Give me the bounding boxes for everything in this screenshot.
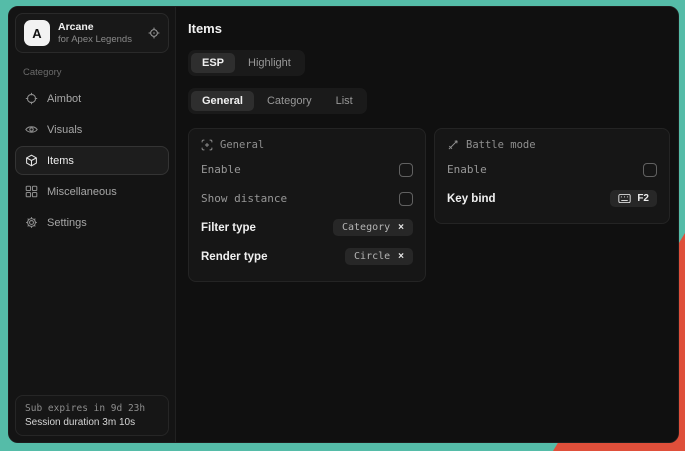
row-key-bind: Key bind (447, 186, 657, 211)
app-window: A Arcane for Apex Legends Category (8, 6, 679, 443)
sidebar-item-label: Aimbot (47, 93, 81, 105)
row-show-distance: Show distance (201, 186, 413, 211)
render-type-value: Circle (354, 251, 390, 262)
row-label: Filter type (201, 222, 256, 234)
main-content: Items ESP Highlight General Category Lis… (176, 7, 679, 442)
sidebar: A Arcane for Apex Legends Category (9, 7, 176, 442)
brand-subtitle: for Apex Legends (58, 34, 140, 46)
row-label: Show distance (201, 192, 287, 205)
panels-row: General Enable Show distance Filter type… (188, 128, 670, 282)
sidebar-item-visuals[interactable]: Visuals (15, 115, 169, 144)
clear-icon[interactable]: × (398, 252, 404, 262)
page-title: Items (188, 21, 670, 36)
gear-icon (25, 216, 38, 229)
sidebar-section-label: Category (15, 63, 169, 84)
row-label: Key bind (447, 193, 496, 205)
panel-title: Battle mode (466, 139, 536, 151)
sidebar-item-settings[interactable]: Settings (15, 208, 169, 237)
brand-title: Arcane (58, 21, 140, 34)
sub-expires-text: Sub expires in 9d 23h (25, 403, 159, 414)
render-type-select[interactable]: Circle × (345, 248, 413, 265)
filter-type-value: Category (342, 222, 390, 233)
enable-checkbox[interactable] (399, 163, 413, 177)
tab-esp[interactable]: ESP (191, 53, 235, 73)
sidebar-item-label: Settings (47, 217, 87, 229)
row-battle-enable: Enable (447, 157, 657, 182)
row-enable: Enable (201, 157, 413, 182)
battle-enable-checkbox[interactable] (643, 163, 657, 177)
sidebar-item-aimbot[interactable]: Aimbot (15, 84, 169, 113)
row-label: Enable (447, 163, 487, 176)
subscription-card: Sub expires in 9d 23h Session duration 3… (15, 395, 169, 436)
sidebar-nav: Aimbot Visuals Items (15, 84, 169, 237)
brand-logo: A (24, 20, 50, 46)
view-tab-group: General Category List (188, 88, 367, 114)
sidebar-spacer (15, 237, 169, 395)
brand-card: A Arcane for Apex Legends (15, 13, 169, 53)
sidebar-item-label: Items (47, 155, 74, 167)
cube-icon (25, 154, 38, 167)
panel-battle-mode: Battle mode Enable Key bind (434, 128, 670, 224)
key-bind-button[interactable]: F2 (610, 190, 657, 207)
sidebar-item-label: Visuals (47, 124, 82, 136)
tab-general[interactable]: General (191, 91, 254, 111)
row-render-type: Render type Circle × (201, 244, 413, 269)
sidebar-item-items[interactable]: Items (15, 146, 169, 175)
panel-general: General Enable Show distance Filter type… (188, 128, 426, 282)
row-filter-type: Filter type Category × (201, 215, 413, 240)
grid-icon (25, 185, 38, 198)
tab-category[interactable]: Category (256, 91, 323, 111)
brand-text: Arcane for Apex Legends (58, 21, 140, 46)
key-bind-value: F2 (637, 193, 649, 204)
desktop: { "colors": { "backdrop_teal": "#55bca8"… (0, 0, 685, 451)
keyboard-icon (618, 193, 631, 204)
scan-icon (201, 139, 213, 151)
row-label: Enable (201, 163, 241, 176)
sidebar-item-miscellaneous[interactable]: Miscellaneous (15, 177, 169, 206)
panel-battle-header: Battle mode (447, 139, 657, 151)
mode-tab-group: ESP Highlight (188, 50, 305, 76)
panel-title: General (220, 139, 264, 151)
filter-type-select[interactable]: Category × (333, 219, 413, 236)
eye-icon (25, 123, 38, 136)
panel-general-header: General (201, 139, 413, 151)
swords-icon (447, 139, 459, 151)
clear-icon[interactable]: × (398, 223, 404, 233)
sidebar-item-label: Miscellaneous (47, 186, 117, 198)
row-label: Render type (201, 251, 267, 263)
crosshair-icon (25, 92, 38, 105)
tab-highlight[interactable]: Highlight (237, 53, 302, 73)
target-icon[interactable] (148, 27, 160, 39)
tab-list[interactable]: List (325, 91, 364, 111)
show-distance-checkbox[interactable] (399, 192, 413, 206)
session-duration-text: Session duration 3m 10s (25, 417, 159, 428)
